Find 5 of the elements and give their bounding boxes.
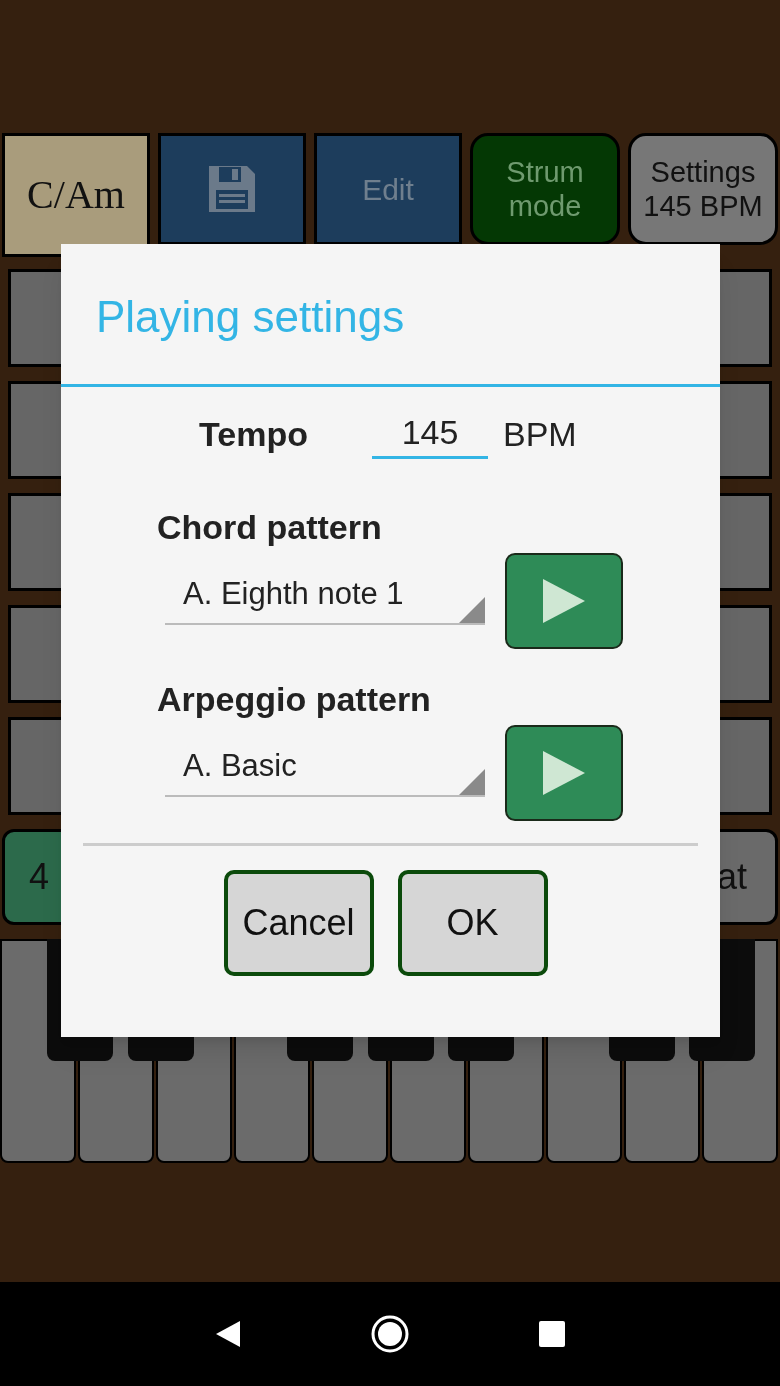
tempo-unit: BPM: [503, 413, 577, 455]
tempo-label: Tempo: [199, 413, 309, 455]
pattern-label: Chord pattern: [157, 507, 383, 547]
pattern-label: Arpeggio pattern: [157, 679, 432, 719]
dialog-title: Playing settings: [96, 291, 405, 343]
